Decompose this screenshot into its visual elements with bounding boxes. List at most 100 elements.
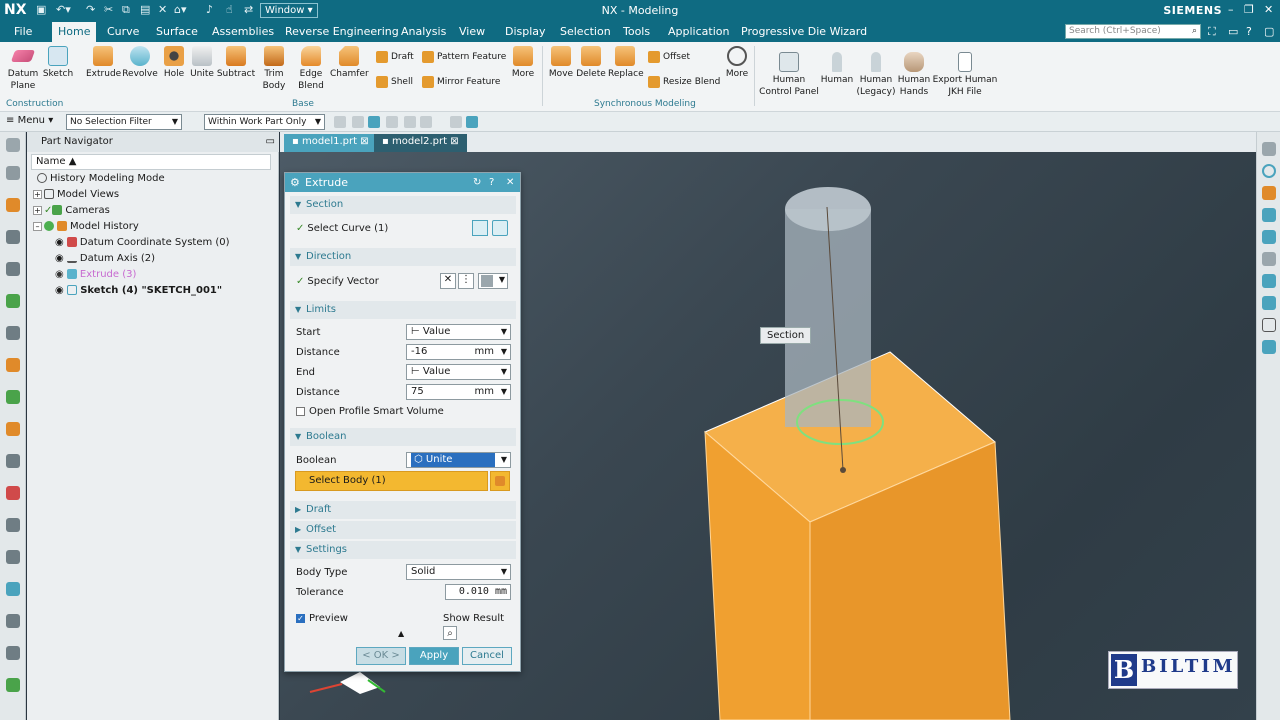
pattern-feature-button[interactable]: Pattern Feature xyxy=(422,50,506,64)
deselect-icon[interactable] xyxy=(386,116,398,128)
help-icon[interactable]: ? xyxy=(1246,25,1252,38)
process-studio-icon[interactable] xyxy=(6,422,20,436)
frame-icon[interactable] xyxy=(1262,318,1276,332)
extrude-button[interactable]: Extrude xyxy=(86,46,121,80)
material-icon[interactable] xyxy=(6,518,20,532)
reuse-library-icon[interactable] xyxy=(6,262,20,276)
reports-icon[interactable] xyxy=(6,646,20,660)
offset-group-header[interactable]: ▶ Offset xyxy=(290,521,516,539)
close-icon[interactable]: ✕ xyxy=(506,173,514,192)
maximize-icon[interactable]: ▭ xyxy=(266,132,275,152)
vector-type-dropdown[interactable]: ▼ xyxy=(478,273,508,289)
tolerance-input[interactable]: 0.010 mm xyxy=(445,584,511,600)
human-hands-button[interactable]: Human Hands xyxy=(896,52,932,98)
layout-icon[interactable]: ▢ xyxy=(1264,25,1274,38)
restore-icon[interactable]: ❐ xyxy=(1244,3,1254,16)
preview-checkbox[interactable]: ✓ xyxy=(296,613,305,623)
select-body-row[interactable]: Select Body (1) xyxy=(295,471,488,491)
snap-point-icon[interactable] xyxy=(466,116,478,128)
edge-blend-button[interactable]: Edge Blend xyxy=(294,46,328,92)
tab-display[interactable]: Display xyxy=(499,22,552,42)
offset-face-button[interactable]: Offset xyxy=(648,50,690,64)
select-all-icon[interactable] xyxy=(352,116,364,128)
system-scene-icon[interactable] xyxy=(6,550,20,564)
close-tab-icon[interactable]: ⊠ xyxy=(450,136,458,147)
draft-button[interactable]: Draft xyxy=(376,50,414,64)
mirror-feature-button[interactable]: Mirror Feature xyxy=(422,75,500,89)
body-type-select[interactable]: Solid ▼ xyxy=(406,564,511,580)
select-curve-row[interactable]: ✓ Select Curve (1) xyxy=(296,222,388,236)
more-base-button[interactable]: More xyxy=(508,46,538,80)
draft-group-header[interactable]: ▶ Draft xyxy=(290,501,516,519)
visibility-eye-icon[interactable]: ◉ xyxy=(55,253,64,264)
scope-select[interactable]: Within Work Part Only ▼ xyxy=(204,114,325,130)
search-icon[interactable]: ⌕ xyxy=(1192,25,1197,38)
resize-blend-button[interactable]: Resize Blend xyxy=(648,75,720,89)
human-button[interactable]: Human xyxy=(820,52,854,86)
sketch-section-icon[interactable] xyxy=(472,220,488,236)
tree-item-datum-csys[interactable]: ◉ Datum Coordinate System (0) xyxy=(55,236,230,250)
collapse-icon[interactable]: – xyxy=(33,221,42,231)
tab-tools[interactable]: Tools xyxy=(617,22,656,42)
tree-item-sketch[interactable]: ◉ Sketch (4) "SKETCH_001" xyxy=(55,284,222,298)
fullscreen-icon[interactable]: ⛶ xyxy=(1208,25,1216,39)
tab-progressive-die-wizard[interactable]: Progressive Die Wizard xyxy=(735,22,873,42)
shaded-icon[interactable] xyxy=(1262,186,1276,200)
checkmark-icon[interactable]: ✓ xyxy=(44,205,52,216)
rotate-icon[interactable] xyxy=(1262,230,1276,244)
window-layout-icon[interactable]: ▭ xyxy=(1228,25,1238,38)
tab-curve[interactable]: Curve xyxy=(101,22,145,42)
palette-icon[interactable] xyxy=(6,390,20,404)
reverse-direction-icon[interactable]: ✕ xyxy=(440,273,456,289)
tree-item-model-views[interactable]: + Model Views xyxy=(33,188,119,202)
view-icon[interactable] xyxy=(1262,142,1276,156)
search-input[interactable]: Search (Ctrl+Space) ⌕ xyxy=(1065,24,1201,39)
chamfer-button[interactable]: Chamfer xyxy=(330,46,369,80)
column-header-name[interactable]: Name ▲ xyxy=(31,154,271,170)
help-icon[interactable]: ? xyxy=(489,173,494,192)
part-navigator-icon[interactable] xyxy=(6,166,20,180)
cancel-button[interactable]: Cancel xyxy=(462,647,512,665)
tab-selection[interactable]: Selection xyxy=(554,22,617,42)
direction-group-header[interactable]: ▼ Direction xyxy=(290,248,516,266)
tab-model1[interactable]: ▪ model1.prt ⊠ xyxy=(284,134,377,152)
expand-icon[interactable]: + xyxy=(33,189,42,199)
lighting-icon[interactable] xyxy=(1262,340,1276,354)
snap-icon[interactable] xyxy=(450,116,462,128)
start-limit-select[interactable]: ⊢ Value ▼ xyxy=(406,324,511,340)
tab-home[interactable]: Home xyxy=(52,22,97,42)
ok-button[interactable]: < OK > xyxy=(356,647,406,665)
settings-icon[interactable] xyxy=(6,138,20,152)
filter-icon[interactable] xyxy=(334,116,346,128)
orient-icon[interactable] xyxy=(1262,208,1276,222)
pan-icon[interactable] xyxy=(1262,252,1276,266)
color-icon[interactable] xyxy=(6,678,20,692)
trim-body-button[interactable]: Trim Body xyxy=(258,46,290,92)
gear-icon[interactable]: ⚙ xyxy=(290,173,300,192)
human-control-panel-button[interactable]: Human Control Panel xyxy=(758,52,820,98)
move-button[interactable]: Move xyxy=(546,46,576,80)
reset-icon[interactable]: ↻ xyxy=(473,173,481,192)
tree-item-datum-axis[interactable]: ◉ Datum Axis (2) xyxy=(55,252,155,266)
constraint-navigator-icon[interactable] xyxy=(6,230,20,244)
manufacturing-wizard-icon[interactable] xyxy=(6,454,20,468)
tree-item-extrude[interactable]: ◉ Extrude (3) xyxy=(55,268,136,282)
tree-item-model-history[interactable]: – Model History xyxy=(33,220,139,234)
history-icon[interactable] xyxy=(6,294,20,308)
tab-view[interactable]: View xyxy=(453,22,491,42)
expand-icon[interactable]: + xyxy=(33,205,42,215)
visualization-icon[interactable] xyxy=(6,486,20,500)
end-distance-input[interactable]: 75 mm ▼ xyxy=(406,384,511,400)
open-profile-checkbox[interactable] xyxy=(296,406,305,416)
boolean-group-header[interactable]: ▼ Boolean xyxy=(290,428,516,446)
vector-dialog-icon[interactable]: ⋮ xyxy=(458,273,474,289)
close-tab-icon[interactable]: ⊠ xyxy=(360,136,368,147)
limits-group-header[interactable]: ▼ Limits xyxy=(290,301,516,319)
zoom-icon[interactable] xyxy=(1262,274,1276,288)
curve-icon[interactable] xyxy=(492,220,508,236)
tab-file[interactable]: File xyxy=(8,22,38,42)
cursor-select-icon[interactable] xyxy=(368,116,380,128)
select-body-button[interactable] xyxy=(490,471,510,491)
tab-application[interactable]: Application xyxy=(662,22,735,42)
more-sync-button[interactable]: More xyxy=(722,46,752,80)
